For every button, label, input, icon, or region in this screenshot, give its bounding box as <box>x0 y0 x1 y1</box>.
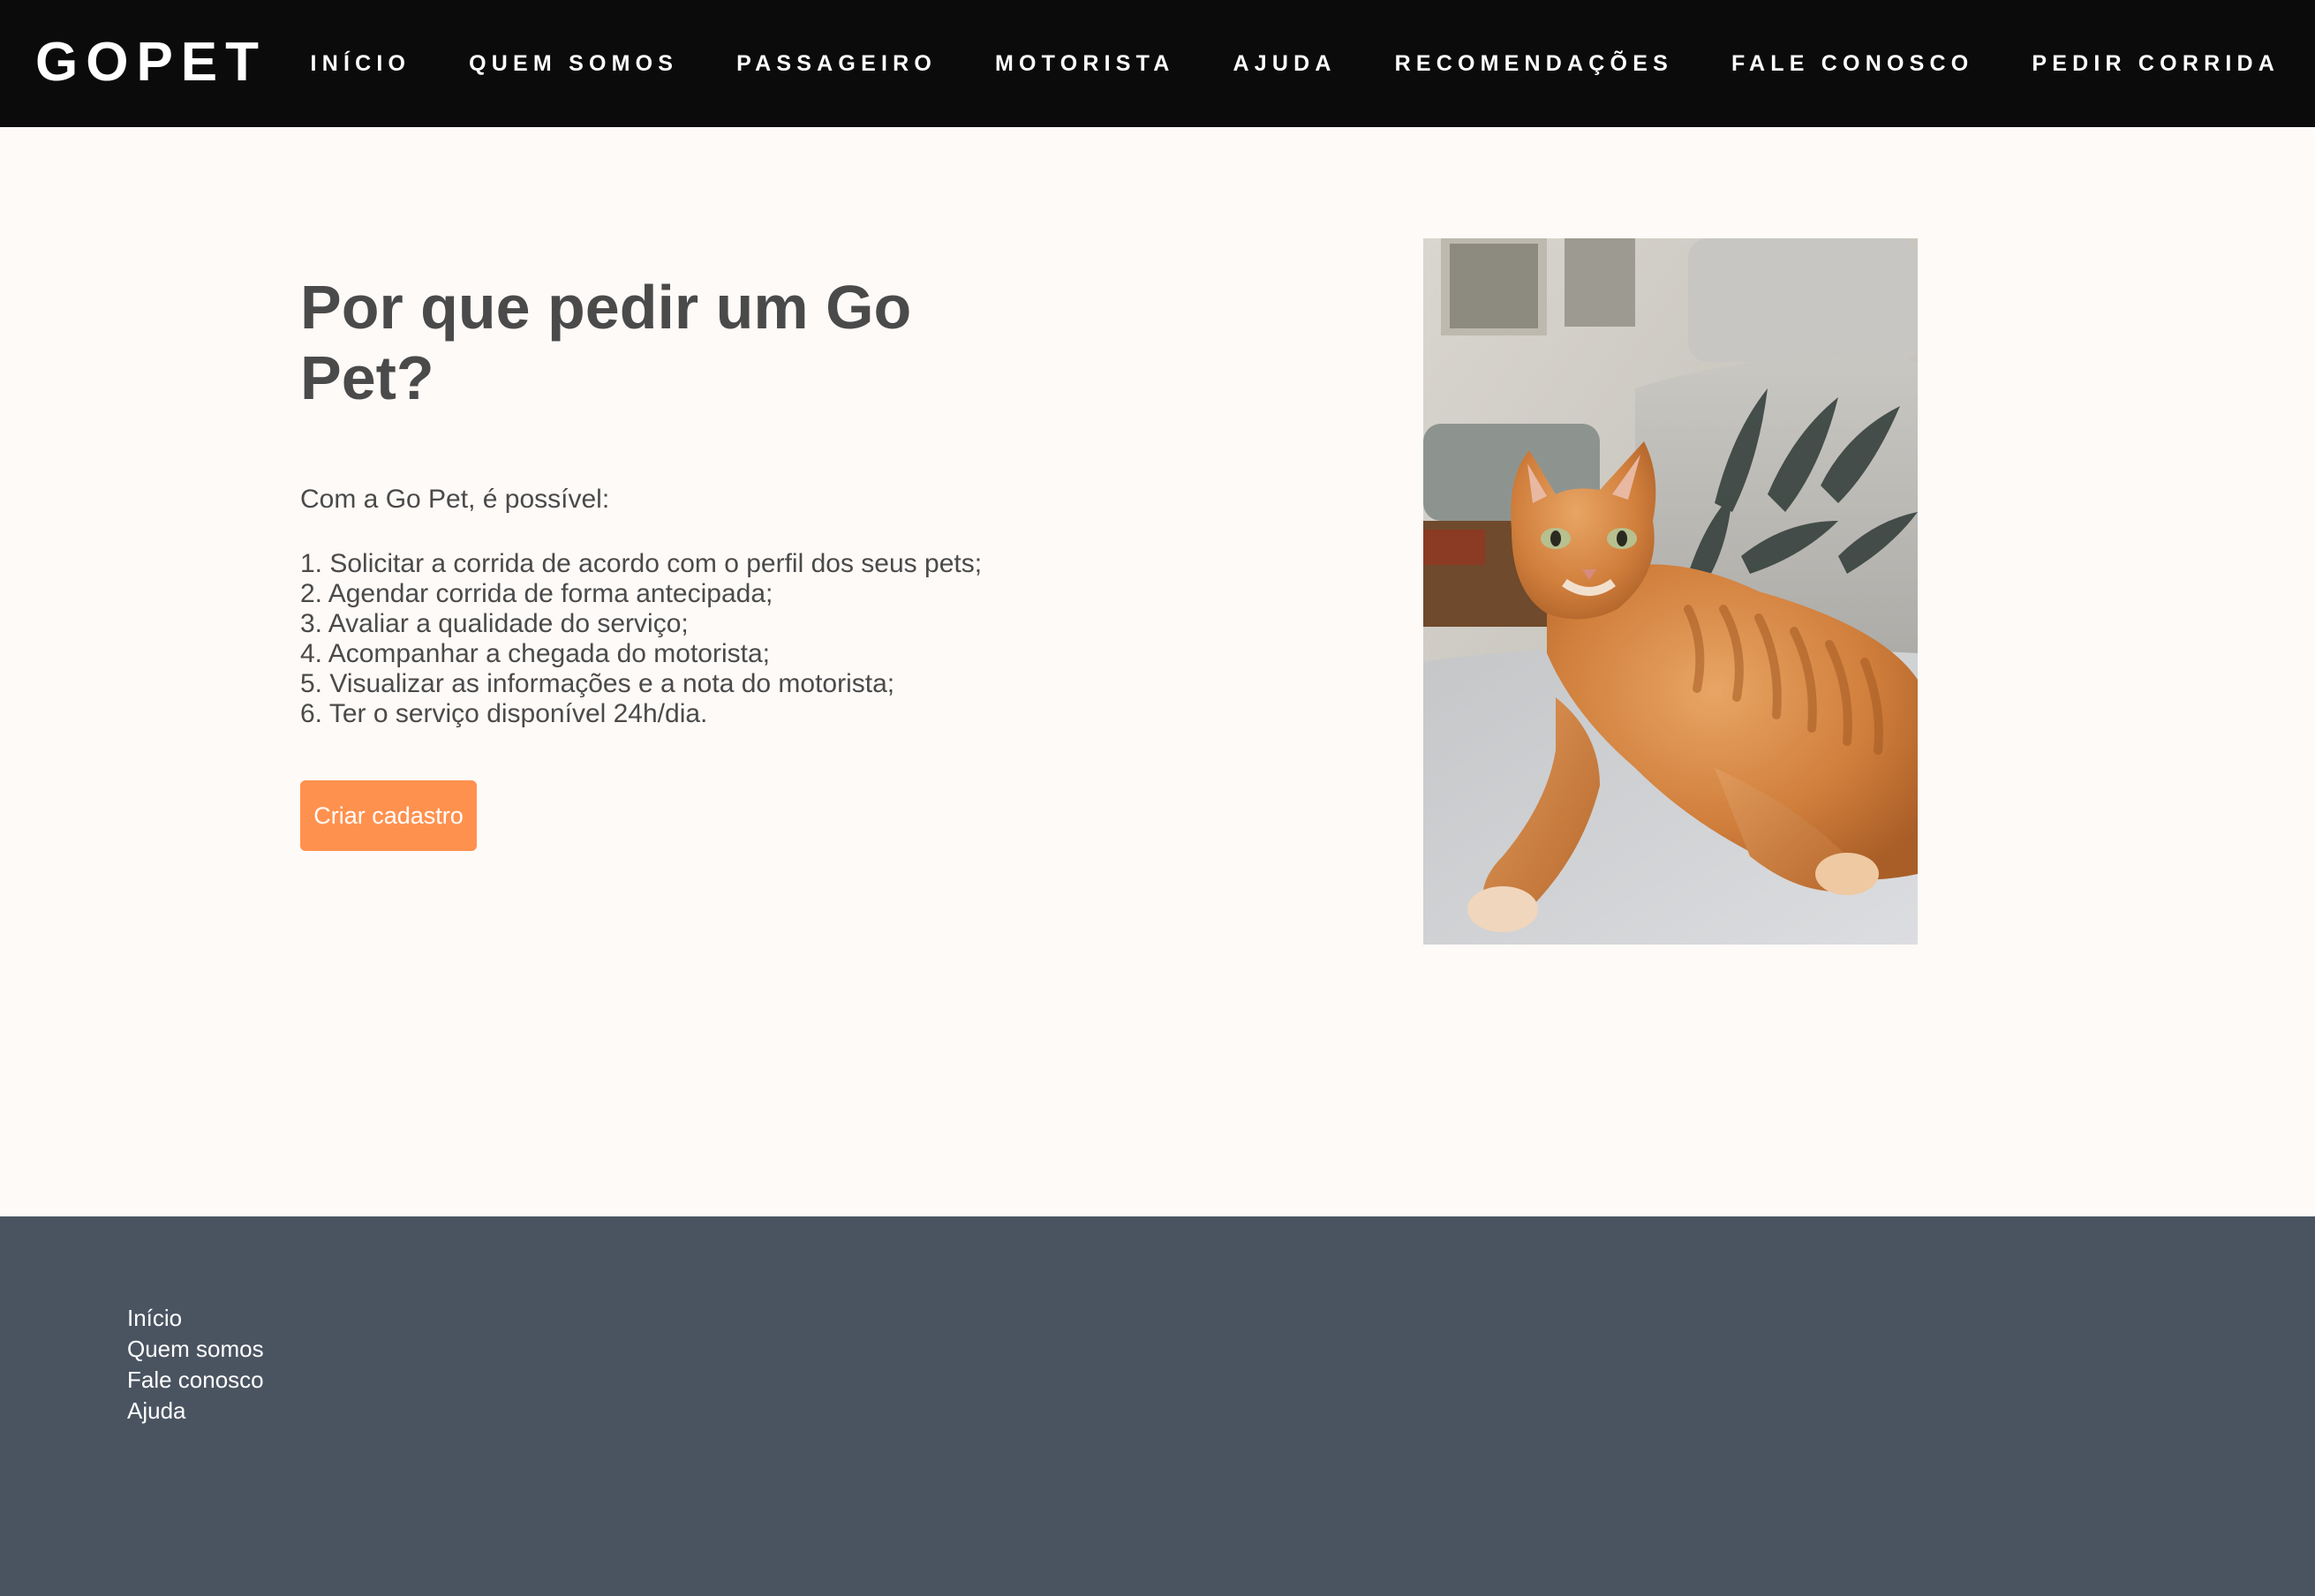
list-item: 2. Agendar corrida de forma antecipada; <box>300 579 773 608</box>
list-item: 4. Acompanhar a chegada do motorista; <box>300 639 771 668</box>
footer-link-fale-conosco[interactable]: Fale conosco <box>127 1366 264 1393</box>
footer-link-ajuda[interactable]: Ajuda <box>127 1397 186 1424</box>
list-item: 3. Avaliar a qualidade do serviço; <box>300 609 689 638</box>
footer: Início Quem somos Fale conosco Ajuda <box>0 1216 2315 1596</box>
brand-logo[interactable]: GOPET <box>35 34 267 92</box>
list-item: Início <box>127 1305 264 1336</box>
list-item: 1. Solicitar a corrida de acordo com o p… <box>300 549 983 578</box>
list-item: Quem somos <box>127 1336 264 1366</box>
nav-link-motorista[interactable]: MOTORISTA <box>995 50 1174 77</box>
nav-link-fale-conosco[interactable]: FALE CONOSCO <box>1731 50 1973 77</box>
nav-link-pedir-corrida[interactable]: PEDIR CORRIDA <box>2032 50 2280 77</box>
benefits-list: 1. Solicitar a corrida de acordo com o p… <box>300 549 982 729</box>
page-title: Por que pedir um Go Pet? <box>300 273 912 412</box>
footer-link-quem-somos[interactable]: Quem somos <box>127 1336 264 1362</box>
nav-link-quem-somos[interactable]: QUEM SOMOS <box>469 50 678 77</box>
create-account-button[interactable]: Criar cadastro <box>300 780 477 851</box>
hero-section: Por que pedir um Go Pet? Com a Go Pet, é… <box>0 127 2315 1216</box>
top-navbar: GOPET INÍCIO QUEM SOMOS PASSAGEIRO MOTOR… <box>0 0 2315 127</box>
list-item: Ajuda <box>127 1397 264 1428</box>
list-item: Fale conosco <box>127 1366 264 1397</box>
cat-photo <box>1423 238 1918 945</box>
hero-intro: Com a Go Pet, é possível: <box>300 485 610 514</box>
footer-link-inicio[interactable]: Início <box>127 1305 182 1331</box>
cat-photo-illustration <box>1423 238 1918 945</box>
nav-link-recomendacoes[interactable]: RECOMENDAÇÕES <box>1395 50 1673 77</box>
footer-links: Início Quem somos Fale conosco Ajuda <box>127 1305 264 1428</box>
nav-link-passageiro[interactable]: PASSAGEIRO <box>736 50 937 77</box>
nav-link-ajuda[interactable]: AJUDA <box>1233 50 1336 77</box>
list-item: 6. Ter o serviço disponível 24h/dia. <box>300 699 708 728</box>
list-item: 5. Visualizar as informações e a nota do… <box>300 669 895 698</box>
nav-link-inicio[interactable]: INÍCIO <box>311 50 411 77</box>
main-nav: INÍCIO QUEM SOMOS PASSAGEIRO MOTORISTA A… <box>311 0 2280 127</box>
